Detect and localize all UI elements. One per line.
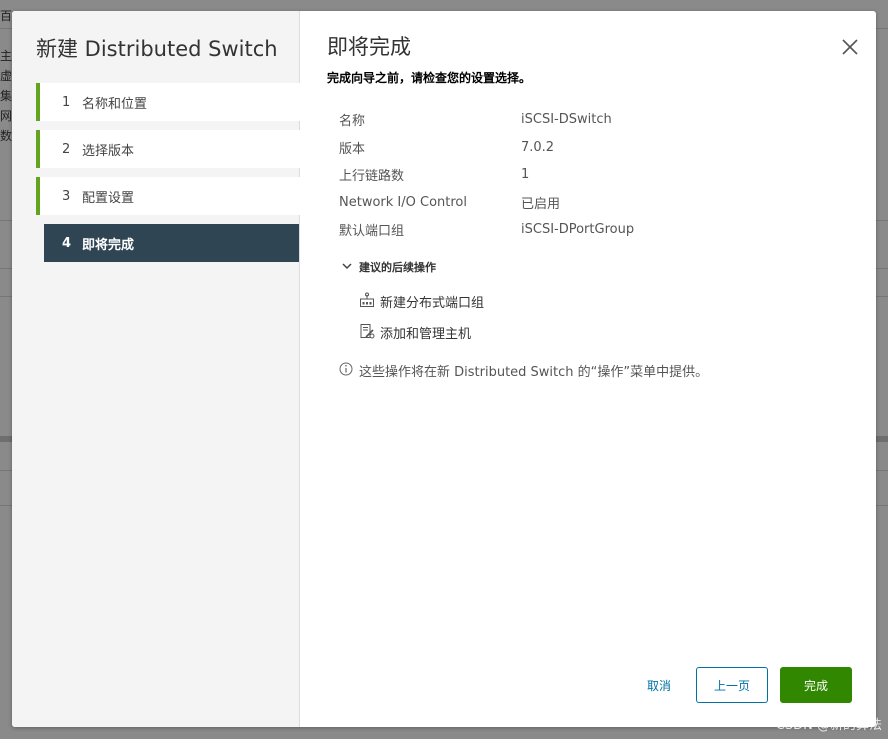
step-select-version[interactable]: 2 选择版本 (36, 130, 300, 168)
step-number: 3 (62, 188, 71, 204)
summary-value: 1 (521, 167, 530, 183)
summary-value: 7.0.2 (521, 139, 555, 155)
new-port-group-icon (359, 292, 380, 312)
cancel-button[interactable]: 取消 (624, 667, 694, 703)
manage-hosts-icon (359, 323, 380, 343)
next-step-manage-hosts: 添加和管理主机 (359, 317, 484, 348)
summary-key: 上行链路数 (339, 169, 405, 185)
info-message: 这些操作将在新 Distributed Switch 的“操作”菜单中提供。 (339, 361, 708, 380)
close-icon[interactable] (840, 37, 860, 57)
page-title: 即将完成 (327, 35, 411, 59)
summary-value: iSCSI-DSwitch (521, 112, 612, 128)
wizard-content: 即将完成 完成向导之前，请检查您的设置选择。 名称 iSCSI-DSwitch … (300, 11, 876, 727)
step-label: 名称和位置 (82, 96, 148, 112)
page-subtitle: 完成向导之前，请检查您的设置选择。 (327, 71, 532, 85)
settings-summary: 名称 iSCSI-DSwitch 版本 7.0.2 上行链路数 1 Networ… (339, 106, 634, 244)
info-circle-icon (339, 362, 359, 380)
next-steps-list: 新建分布式端口组 添加和管理主机 (359, 286, 484, 348)
next-step-new-port-group: 新建分布式端口组 (359, 286, 484, 317)
info-text: 这些操作将在新 Distributed Switch 的“操作”菜单中提供。 (359, 365, 709, 380)
next-steps-heading: 建议的后续操作 (359, 261, 436, 274)
step-configure-settings[interactable]: 3 配置设置 (36, 177, 300, 215)
wizard-dialog: 新建 Distributed Switch 1 名称和位置 2 选择版本 3 配… (12, 11, 876, 727)
step-number: 2 (62, 141, 71, 157)
wizard-title: 新建 Distributed Switch (36, 37, 278, 61)
step-name-location[interactable]: 1 名称和位置 (36, 83, 300, 121)
step-ready-to-complete[interactable]: 4 即将完成 (44, 224, 299, 262)
wizard-sidebar: 新建 Distributed Switch 1 名称和位置 2 选择版本 3 配… (12, 11, 300, 727)
watermark: CSDN @新的算法 (775, 718, 882, 733)
summary-key: 默认端口组 (339, 224, 405, 240)
back-button[interactable]: 上一页 (696, 667, 768, 703)
summary-row: Network I/O Control 已启用 (339, 189, 634, 217)
chevron-down-icon (341, 260, 359, 275)
summary-value: iSCSI-DPortGroup (521, 222, 635, 238)
summary-row: 默认端口组 iSCSI-DPortGroup (339, 216, 634, 244)
step-label: 即将完成 (82, 237, 135, 253)
summary-row: 名称 iSCSI-DSwitch (339, 106, 634, 134)
recommended-next-steps: 建议的后续操作 新建分布式端口组 添加和管理主机 (341, 259, 484, 348)
next-step-label: 新建分布式端口组 (380, 296, 485, 311)
next-steps-toggle[interactable]: 建议的后续操作 (341, 259, 484, 275)
summary-key: 名称 (339, 114, 366, 130)
step-number: 4 (62, 235, 72, 251)
step-number: 1 (62, 94, 71, 110)
finish-button[interactable]: 完成 (780, 667, 852, 703)
summary-key: Network I/O Control (339, 194, 467, 210)
summary-key: 版本 (339, 141, 366, 157)
step-label: 配置设置 (82, 190, 135, 206)
summary-row: 版本 7.0.2 (339, 134, 634, 162)
next-step-label: 添加和管理主机 (380, 327, 472, 342)
step-label: 选择版本 (82, 143, 135, 159)
summary-value: 已启用 (521, 196, 561, 212)
summary-row: 上行链路数 1 (339, 161, 634, 189)
wizard-steps: 1 名称和位置 2 选择版本 3 配置设置 4 即将完成 (36, 83, 300, 271)
